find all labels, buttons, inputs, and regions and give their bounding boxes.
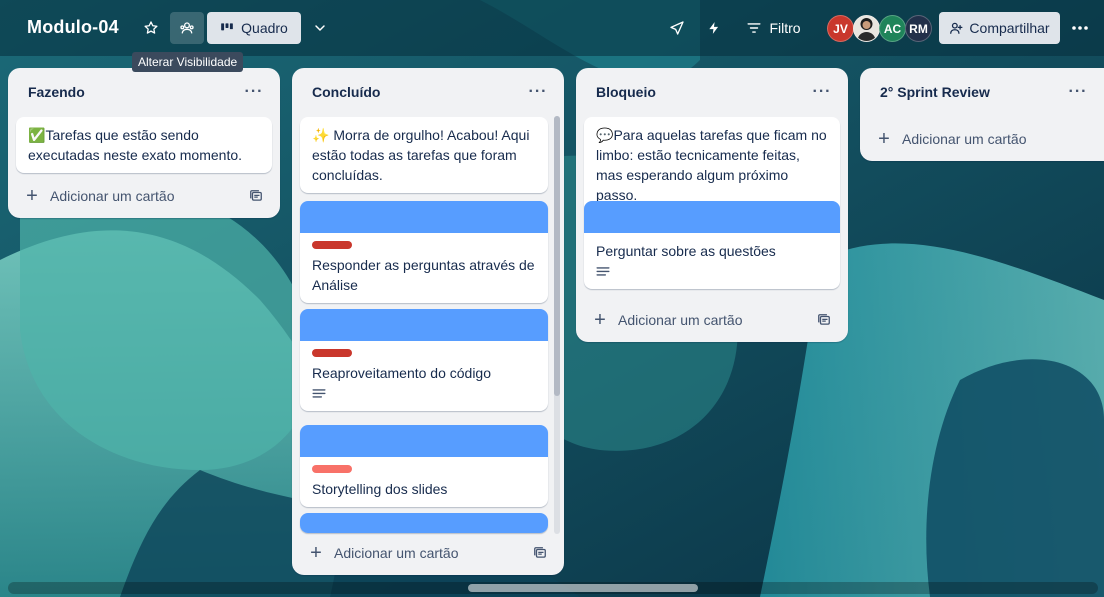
visibility-button[interactable] <box>170 12 204 44</box>
card-title: Reaproveitamento do código <box>312 365 492 381</box>
card-label-red[interactable] <box>312 349 352 357</box>
board-menu-button[interactable] <box>1066 12 1094 44</box>
card[interactable]: Reaproveitamento do código <box>300 309 548 411</box>
rocket-icon <box>669 20 685 36</box>
list-title[interactable]: 2° Sprint Review <box>880 84 990 100</box>
filter-label: Filtro <box>769 20 801 36</box>
chevron-down-icon <box>312 20 328 36</box>
list-header: Bloqueio ··· <box>576 68 848 116</box>
card-title: Responder as perguntas através de Anális… <box>312 257 535 293</box>
card-cover <box>300 201 548 233</box>
add-card-label: Adicionar um cartão <box>618 312 743 328</box>
sparkles-emoji-icon: ✨ <box>312 127 330 143</box>
card-title: Storytelling dos slides <box>312 481 448 497</box>
card-title: ✅Tarefas que estão sendo executadas nest… <box>28 127 243 163</box>
card-template-icon[interactable] <box>248 188 264 204</box>
list-menu-button[interactable]: ··· <box>526 80 550 104</box>
board-horizontal-scrollbar[interactable] <box>8 582 1098 594</box>
card[interactable]: ✅Tarefas que estão sendo executadas nest… <box>16 117 272 173</box>
board-view-label: Quadro <box>241 20 288 36</box>
star-icon <box>143 20 159 36</box>
list-sprint-review: 2° Sprint Review ··· + Adicionar um cart… <box>860 68 1104 161</box>
list-header: Fazendo ··· <box>8 68 280 116</box>
description-icon <box>312 387 536 403</box>
filter-icon <box>747 22 761 34</box>
list-fazendo: Fazendo ··· ✅Tarefas que estão sendo exe… <box>8 68 280 218</box>
card-cover <box>300 425 548 457</box>
add-card-button[interactable]: + Adicionar um cartão <box>868 123 1104 155</box>
list-concluido: Concluído ··· ✨ Morra de orgulho! Acabou… <box>292 68 564 575</box>
card[interactable]: Responder as perguntas através de Anális… <box>300 201 548 303</box>
plus-icon: + <box>310 542 322 564</box>
member-initials: JV <box>833 21 848 36</box>
plus-icon: + <box>878 128 890 150</box>
more-icon <box>1072 26 1088 30</box>
list-scrollbar[interactable] <box>554 116 560 534</box>
filter-button[interactable]: Filtro <box>738 12 810 44</box>
card-cover <box>584 201 840 233</box>
card[interactable]: Storytelling dos slides <box>300 425 548 507</box>
description-icon <box>596 265 828 281</box>
card[interactable]: Perguntar sobre as questões <box>584 201 840 289</box>
card-template-icon[interactable] <box>816 312 832 328</box>
list-scrollbar-thumb[interactable] <box>554 116 560 396</box>
card-label-light-red[interactable] <box>312 465 352 473</box>
power-ups-button[interactable] <box>663 12 691 44</box>
more-icon: ··· <box>1068 83 1088 100</box>
board-title[interactable]: Modulo-04 <box>27 17 119 38</box>
automation-button[interactable] <box>700 12 728 44</box>
add-card-label: Adicionar um cartão <box>50 188 175 204</box>
star-button[interactable] <box>136 12 166 44</box>
board-view-button[interactable]: Quadro <box>207 12 301 44</box>
list-menu-button[interactable]: ··· <box>1066 80 1090 104</box>
plus-icon: + <box>594 309 606 331</box>
member-photo-icon <box>854 16 879 41</box>
list-title[interactable]: Fazendo <box>28 84 85 100</box>
check-emoji-icon: ✅ <box>28 127 46 143</box>
member-avatar[interactable] <box>853 15 880 42</box>
board-scrollbar-thumb[interactable] <box>468 584 698 592</box>
visibility-tooltip: Alterar Visibilidade <box>132 52 244 72</box>
add-card-label: Adicionar um cartão <box>902 131 1027 147</box>
member-avatar[interactable]: JV <box>827 15 854 42</box>
more-icon: ··· <box>528 83 548 100</box>
more-icon: ··· <box>244 83 264 100</box>
share-button[interactable]: Compartilhar <box>939 12 1060 44</box>
member-initials: RM <box>909 21 928 36</box>
add-person-icon <box>949 21 963 35</box>
list-title[interactable]: Concluído <box>312 84 380 100</box>
workspace-visible-icon <box>179 20 195 36</box>
board-icon <box>220 21 234 35</box>
list-header: 2° Sprint Review ··· <box>860 68 1104 116</box>
list-bloqueio: Bloqueio ··· 💬Para aquelas tarefas que f… <box>576 68 848 342</box>
card-template-icon[interactable] <box>532 545 548 561</box>
add-card-button[interactable]: + Adicionar um cartão <box>584 304 840 336</box>
list-menu-button[interactable]: ··· <box>242 80 266 104</box>
card-title: Perguntar sobre as questões <box>596 243 776 259</box>
card-title: 💬Para aquelas tarefas que ficam no limbo… <box>596 127 827 203</box>
add-card-button[interactable]: + Adicionar um cartão <box>16 180 272 212</box>
plus-icon: + <box>26 185 38 207</box>
member-avatar[interactable]: AC <box>879 15 906 42</box>
card-label-red[interactable] <box>312 241 352 249</box>
card-title: ✨ Morra de orgulho! Acabou! Aqui estão t… <box>312 127 530 183</box>
add-card-button[interactable]: + Adicionar um cartão <box>300 537 556 569</box>
card[interactable]: ✨ Morra de orgulho! Acabou! Aqui estão t… <box>300 117 548 193</box>
card-cover <box>300 513 548 533</box>
card-cover <box>300 309 548 341</box>
member-initials: AC <box>883 21 902 36</box>
member-avatar[interactable]: RM <box>905 15 932 42</box>
speech-bubble-emoji-icon: 💬 <box>596 127 614 143</box>
board-header: Modulo-04 Quadro Filtro JV AC RM Compart… <box>0 0 1104 56</box>
view-switcher-button[interactable] <box>305 12 335 44</box>
lightning-icon <box>707 20 721 36</box>
card[interactable] <box>300 513 548 533</box>
more-icon: ··· <box>812 83 832 100</box>
list-title[interactable]: Bloqueio <box>596 84 656 100</box>
share-label: Compartilhar <box>969 20 1050 36</box>
list-header: Concluído ··· <box>292 68 564 116</box>
list-menu-button[interactable]: ··· <box>810 80 834 104</box>
add-card-label: Adicionar um cartão <box>334 545 459 561</box>
card[interactable]: 💬Para aquelas tarefas que ficam no limbo… <box>584 117 840 213</box>
